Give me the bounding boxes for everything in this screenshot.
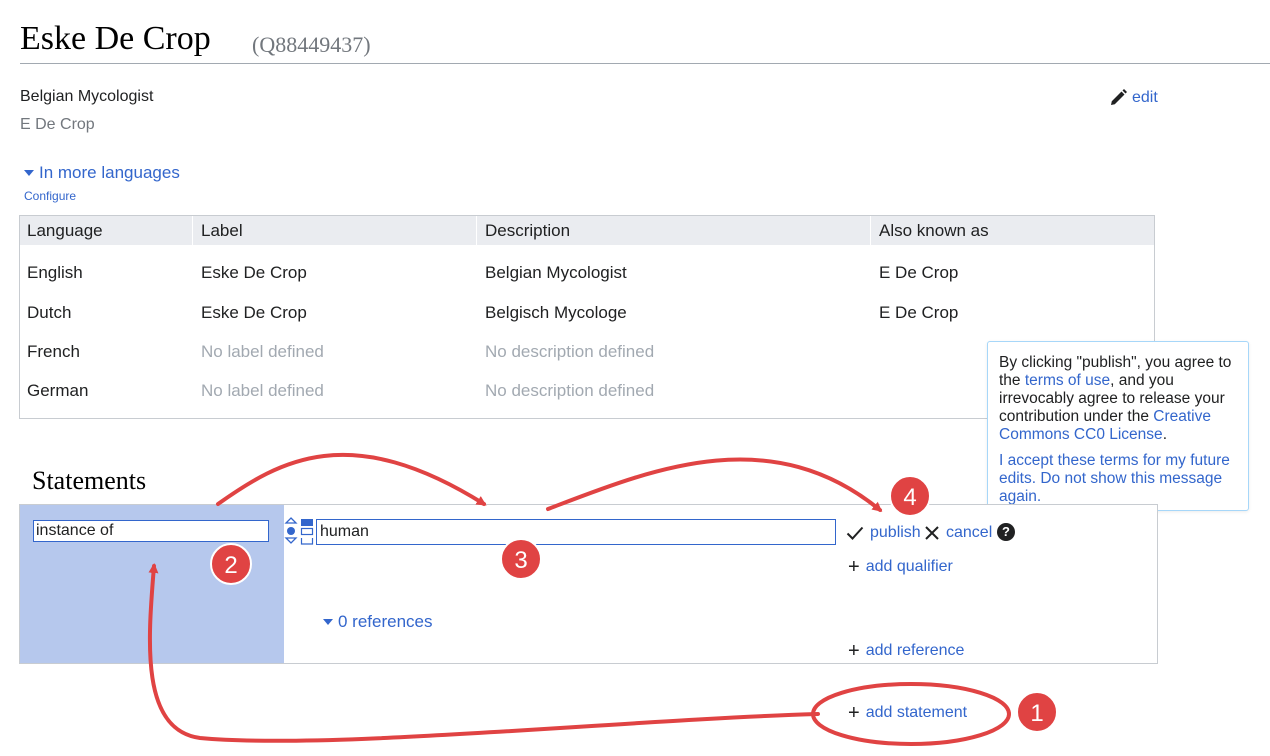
add-reference-label: add reference (865, 642, 965, 659)
annotation-arrow-2 (216, 452, 487, 506)
chevron-down-icon (323, 619, 333, 625)
pencil-icon (1111, 89, 1127, 105)
row-description-missing: No description defined (485, 381, 655, 400)
row-label: Eske De Crop (201, 263, 307, 282)
edit-label: edit (1132, 89, 1158, 106)
row-label-missing: No label defined (201, 342, 324, 361)
edit-button[interactable]: edit (1108, 88, 1158, 108)
publish-button[interactable]: publish (846, 524, 921, 542)
title-block: Eske De Crop (Q88449437) (20, 18, 1270, 64)
plus-icon: + (848, 640, 860, 662)
in-more-languages-label: In more languages (39, 163, 180, 182)
publish-terms-tooltip: By clicking "publish", you agree to the … (987, 341, 1249, 511)
help-icon[interactable]: ? (997, 523, 1015, 541)
statement-group: publish cancel ? + add qualifier 0 refer… (19, 504, 1158, 664)
header-also-known-as: Also known as (879, 221, 989, 240)
rank-selector-icon[interactable] (284, 517, 298, 545)
tooltip-text: . (1162, 426, 1167, 443)
entity-aliases: E De Crop (20, 116, 95, 133)
plus-icon: + (848, 556, 860, 578)
add-statement-label: add statement (865, 704, 968, 721)
statements-heading: Statements (32, 466, 147, 495)
entity-id: (Q88449437) (252, 32, 371, 57)
tooltip-terms-text: By clicking "publish", you agree to the … (999, 354, 1238, 444)
add-reference-button[interactable]: + add reference (848, 640, 965, 662)
entity-description: Belgian Mycologist (20, 88, 154, 105)
snak-type-selector-icon[interactable] (300, 518, 314, 546)
in-more-languages-toggle[interactable]: In more languages (24, 163, 180, 183)
add-qualifier-label: add qualifier (865, 558, 953, 575)
row-aliases: E De Crop (879, 263, 959, 282)
cancel-button[interactable]: cancel (924, 524, 992, 542)
header-language: Language (27, 221, 103, 240)
badge-1: 1 (1016, 691, 1058, 733)
references-toggle[interactable]: 0 references (323, 612, 433, 632)
row-label: Eske De Crop (201, 303, 307, 322)
row-language: German (27, 381, 89, 400)
row-aliases: E De Crop (879, 303, 959, 322)
references-label: 0 references (338, 612, 433, 631)
annotation-arrow-3 (546, 457, 883, 512)
page-title: Eske De Crop (20, 20, 211, 57)
row-language: French (27, 342, 80, 361)
cancel-label: cancel (946, 524, 993, 541)
row-language: Dutch (27, 303, 72, 322)
checkmark-icon (846, 526, 864, 540)
row-description-missing: No description defined (485, 342, 655, 361)
column-divider (870, 216, 871, 245)
add-qualifier-button[interactable]: + add qualifier (848, 556, 953, 578)
close-icon (925, 526, 939, 540)
accept-terms-link[interactable]: I accept these terms for my future edits… (999, 452, 1238, 506)
column-divider (476, 216, 477, 245)
configure-link[interactable]: Configure (24, 189, 76, 203)
property-column (20, 505, 284, 663)
row-description: Belgian Mycologist (485, 263, 627, 282)
row-description: Belgisch Mycologe (485, 303, 627, 322)
terms-of-use-link[interactable]: terms of use (1025, 372, 1110, 389)
plus-icon: + (848, 702, 860, 724)
add-statement-button[interactable]: + add statement (848, 702, 968, 724)
property-input[interactable] (33, 520, 269, 542)
row-label-missing: No label defined (201, 381, 324, 400)
languages-table-header: Language Label Description Also known as (20, 216, 1154, 245)
column-divider (192, 216, 193, 245)
badge-1-text: 1 (1030, 700, 1043, 727)
languages-table: Language Label Description Also known as… (19, 215, 1155, 419)
chevron-down-icon (24, 170, 34, 176)
row-language: English (27, 263, 83, 282)
publish-label: publish (870, 524, 921, 541)
header-description: Description (485, 221, 571, 240)
value-input[interactable] (316, 519, 836, 545)
header-label: Label (201, 221, 243, 240)
